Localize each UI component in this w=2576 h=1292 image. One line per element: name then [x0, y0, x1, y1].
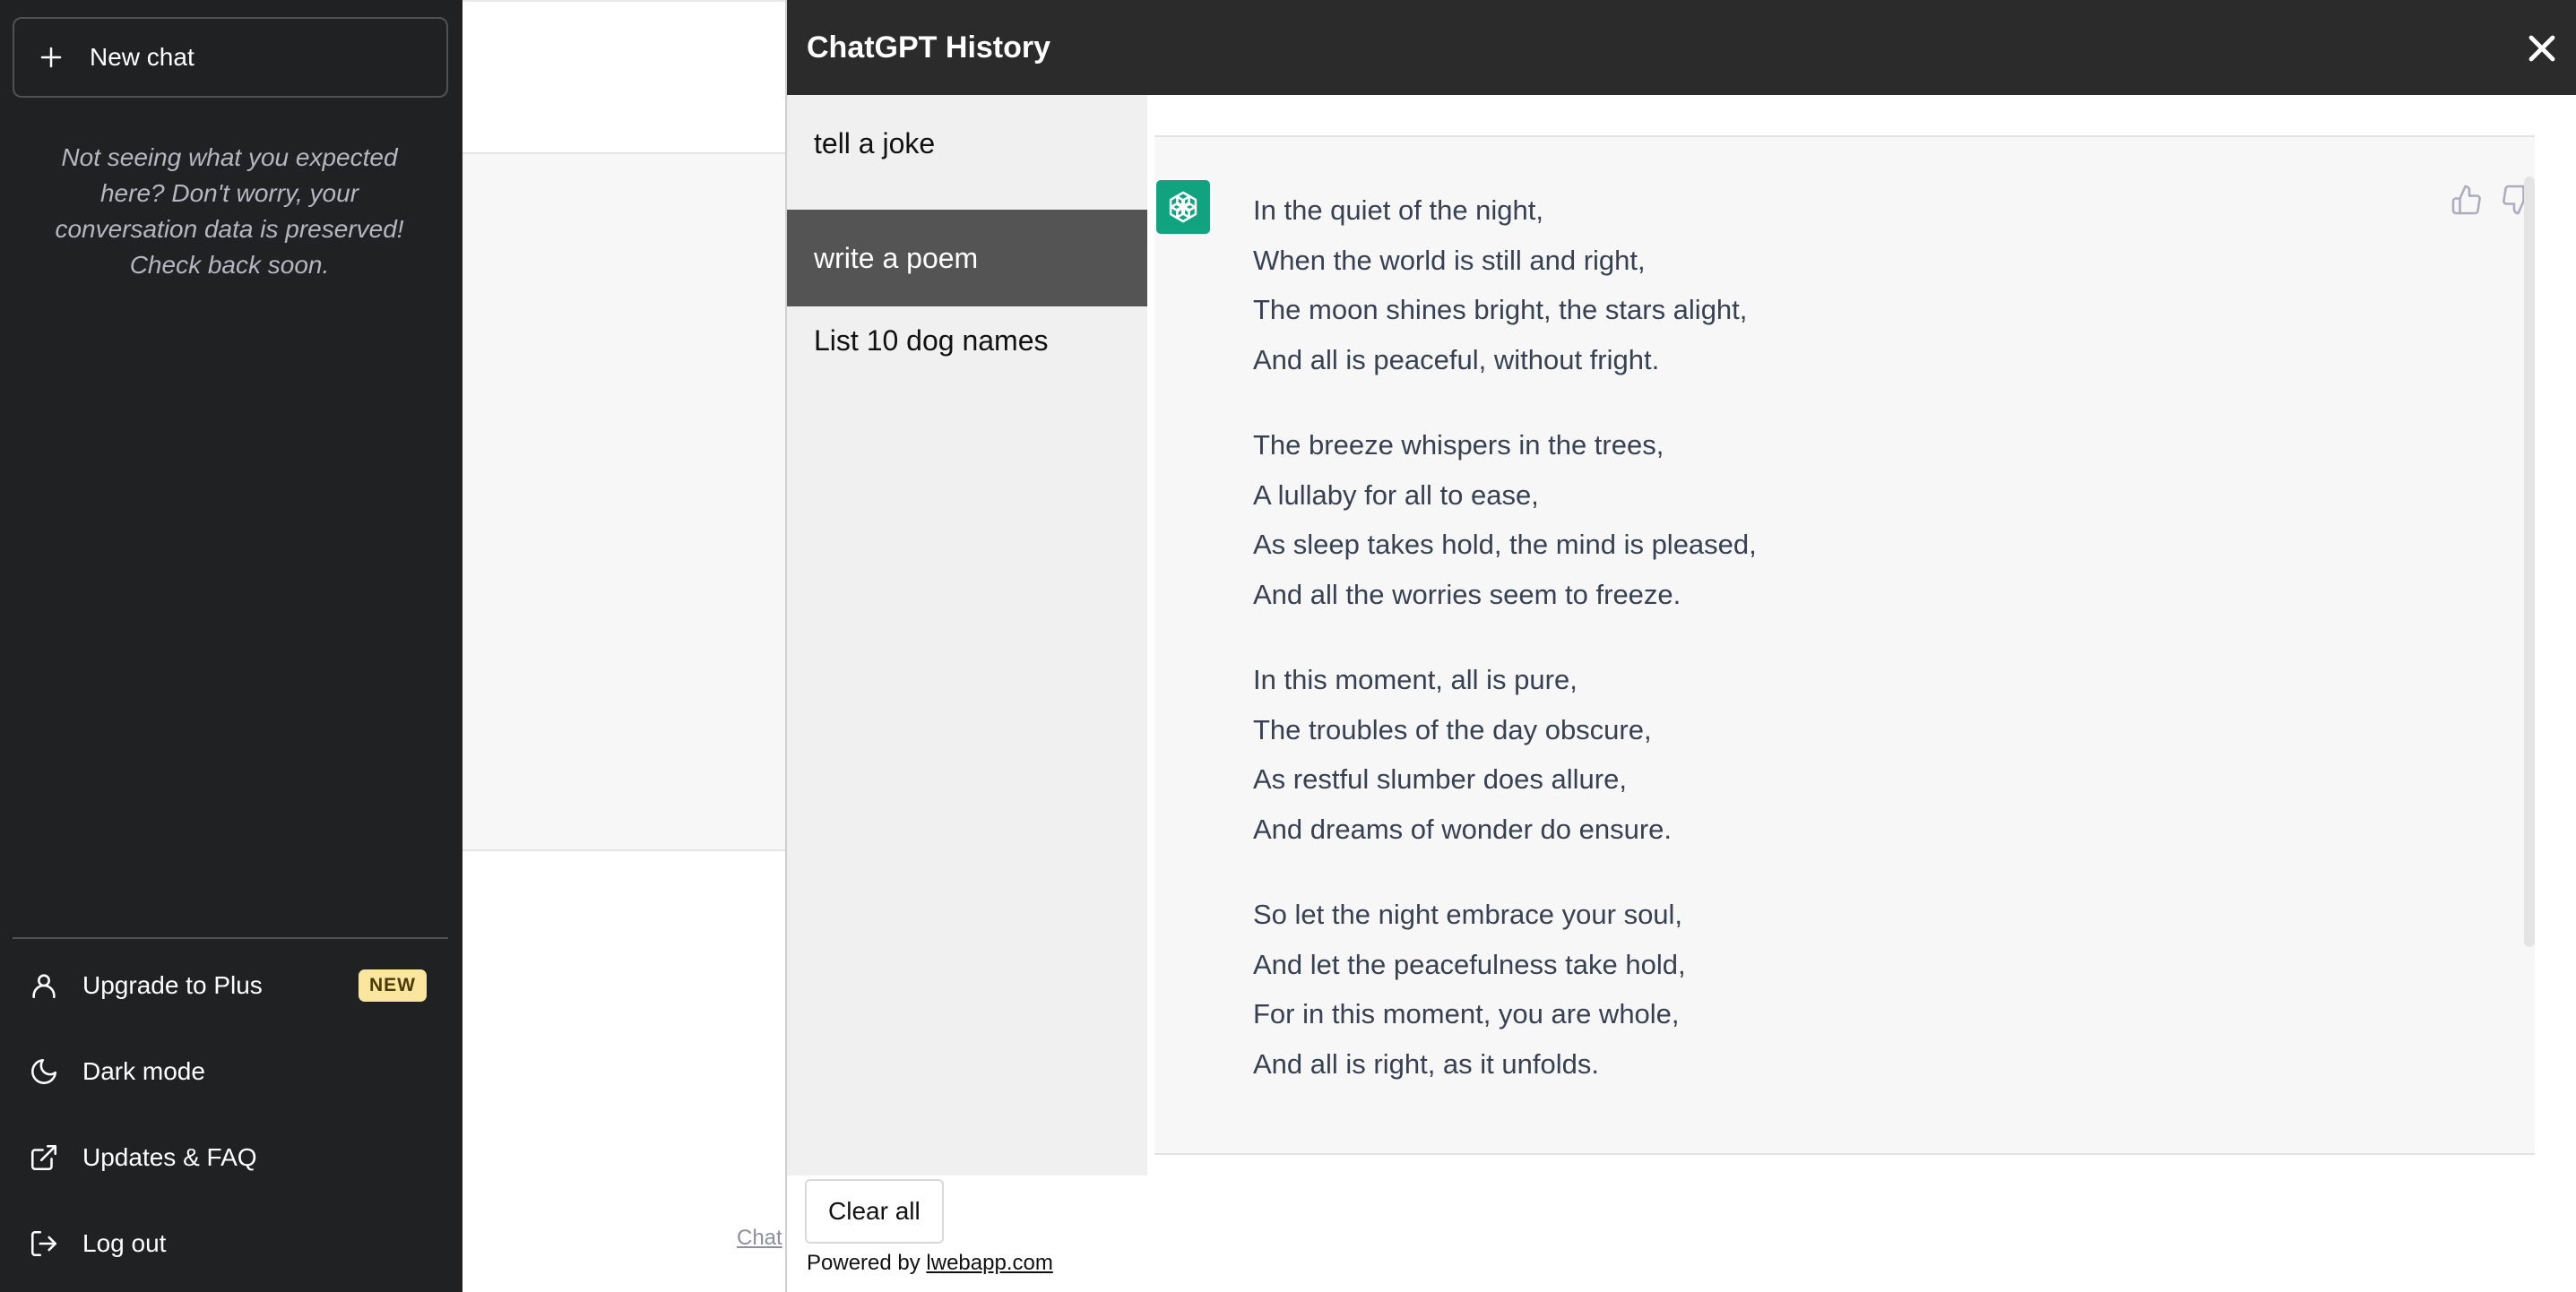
poem-line: And all the worries seem to freeze. — [1253, 578, 1681, 610]
poem-line: And let the peacefulness take hold, — [1253, 948, 1686, 980]
poem-line: When the world is still and right, — [1253, 244, 1646, 276]
poem-line: For in this moment, you are whole, — [1253, 998, 1680, 1029]
poem-line: As restful slumber does allure, — [1253, 763, 1627, 795]
powered-by: Powered by lwebapp.com — [807, 1251, 1053, 1276]
powered-by-link[interactable]: lwebapp.com — [926, 1251, 1052, 1275]
empty-history-notice: Not seeing what you expected here? Don't… — [55, 143, 404, 279]
updates-faq-label: Updates & FAQ — [82, 1143, 257, 1171]
powered-by-prefix: Powered by — [807, 1251, 921, 1275]
upgrade-to-plus-button[interactable]: Upgrade to Plus NEW — [13, 950, 448, 1021]
conversation-list: tell a joke write a poem List 10 dog nam… — [787, 95, 1147, 1176]
new-badge: NEW — [359, 969, 427, 1002]
poem-line: In the quiet of the night, — [1253, 194, 1544, 226]
conversation-item-write-a-poem[interactable]: write a poem — [787, 210, 1147, 306]
thumbs-up-icon[interactable] — [2451, 184, 2483, 216]
poem-line: So let the night embrace your soul, — [1253, 899, 1683, 930]
poem-line: And dreams of wonder do ensure. — [1253, 813, 1672, 845]
poem-line: The breeze whispers in the trees, — [1253, 429, 1664, 461]
new-chat-button[interactable]: New chat — [13, 17, 448, 98]
close-icon[interactable] — [2526, 32, 2558, 65]
poem-line: The troubles of the day obscure, — [1253, 713, 1652, 745]
modal-title: ChatGPT History — [807, 30, 1051, 65]
history-modal: ChatGPT History tell a joke write a poem… — [785, 0, 2576, 1292]
footer-link[interactable]: Chat — [737, 1226, 782, 1251]
updates-faq-link[interactable]: Updates & FAQ — [13, 1122, 448, 1193]
external-link-icon — [30, 1144, 57, 1171]
assistant-avatar — [1156, 180, 1210, 234]
main-header-area — [462, 0, 787, 154]
upgrade-to-plus-label: Upgrade to Plus — [82, 971, 263, 999]
main-chat-area — [462, 154, 787, 851]
poem-stanza: The breeze whispers in the trees, A lull… — [1253, 420, 2329, 619]
sidebar-divider — [13, 937, 448, 939]
log-out-button[interactable]: Log out — [13, 1208, 448, 1279]
conversation-item-dog-names[interactable]: List 10 dog names — [787, 312, 1147, 369]
poem-line: And all is right, as it unfolds. — [1253, 1047, 1599, 1080]
modal-header: ChatGPT History — [787, 0, 2576, 95]
poem-line: A lullaby for all to ease, — [1253, 478, 1539, 511]
poem-stanza: So let the night embrace your soul, And … — [1253, 890, 2329, 1089]
content-scrollbar[interactable] — [2524, 177, 2535, 947]
poem-line: The moon shines bright, the stars alight… — [1253, 294, 1748, 325]
user-icon — [32, 974, 56, 999]
poem-line: And all is peaceful, without fright. — [1253, 343, 1660, 375]
moon-icon — [31, 1058, 57, 1084]
new-chat-label: New chat — [90, 43, 194, 71]
poem-line: As sleep takes hold, the mind is pleased… — [1253, 529, 1757, 560]
poem-stanza: In this moment, all is pure, The trouble… — [1253, 655, 2329, 854]
log-out-label: Log out — [82, 1229, 167, 1257]
poem-line: In this moment, all is pure, — [1253, 664, 1578, 695]
openai-logo-icon — [1169, 191, 1197, 223]
poem-stanza: In the quiet of the night, When the worl… — [1253, 185, 2329, 384]
assistant-message: In the quiet of the night, When the worl… — [1253, 185, 2329, 1124]
conversation-content: In the quiet of the night, When the worl… — [1154, 135, 2535, 1155]
sidebar: New chat Not seeing what you expected he… — [0, 0, 462, 1292]
conversation-item-tell-a-joke[interactable]: tell a joke — [787, 115, 1147, 172]
dark-mode-button[interactable]: Dark mode — [13, 1036, 448, 1107]
clear-all-button[interactable]: Clear all — [805, 1179, 944, 1244]
dark-mode-label: Dark mode — [82, 1057, 205, 1085]
plus-icon — [40, 47, 62, 68]
logout-icon — [30, 1230, 57, 1257]
